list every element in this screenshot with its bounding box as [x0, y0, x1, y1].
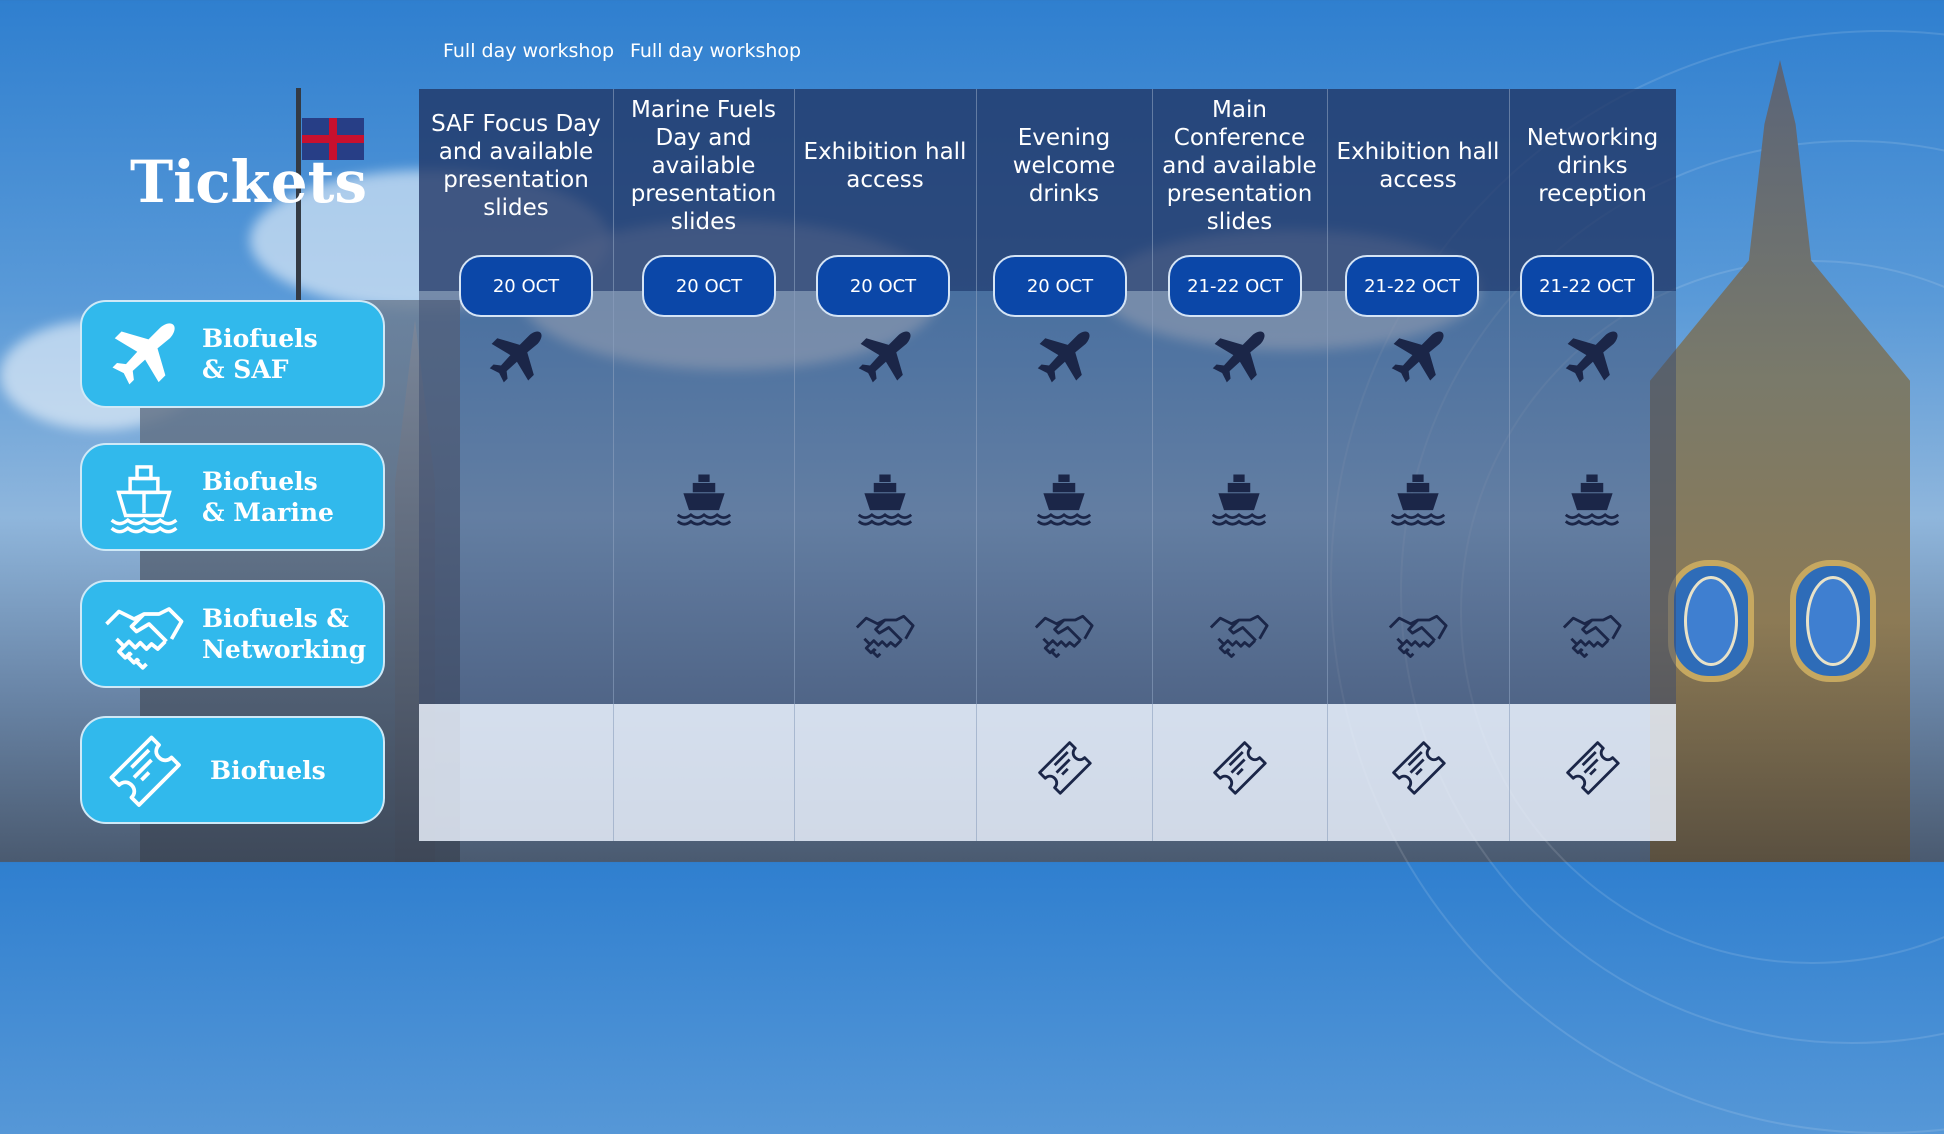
- date-pill[interactable]: 21-22 OCT: [1168, 255, 1302, 317]
- plane-icon: [1388, 327, 1448, 387]
- clock-face-right: [1790, 560, 1876, 682]
- plane-icon: [1034, 327, 1094, 387]
- ticket-icon: [1562, 737, 1622, 797]
- handshake-icon: [1562, 605, 1622, 665]
- plane-icon: [104, 314, 184, 394]
- ticket-icon: [1034, 737, 1094, 797]
- ticket-button-biofuels-marine[interactable]: Biofuels & Marine: [80, 443, 385, 551]
- handshake-icon: [855, 605, 915, 665]
- ticket-button-label-line2: Networking: [202, 635, 367, 664]
- page-title: Tickets: [130, 148, 368, 216]
- workshop-caption-saf: Full day workshop: [443, 40, 615, 62]
- handshake-icon: [1034, 605, 1094, 665]
- ticket-button-biofuels-networking[interactable]: Biofuels & Networking: [80, 580, 385, 688]
- plane-icon: [1562, 327, 1622, 387]
- date-pill[interactable]: 20 OCT: [459, 255, 593, 317]
- plane-icon: [855, 327, 915, 387]
- ticket-button-label-line1: Biofuels: [210, 755, 326, 785]
- workshop-caption-marine: Full day workshop: [630, 40, 802, 62]
- ticket-button-label-line2: & Marine: [202, 498, 334, 527]
- handshake-icon: [1209, 605, 1269, 665]
- clock-face-left: [1668, 560, 1754, 682]
- date-pill[interactable]: 20 OCT: [993, 255, 1127, 317]
- ship-icon: [104, 457, 184, 537]
- ticket-button-label-line1: Biofuels &: [202, 604, 349, 633]
- ticket-icon: [104, 730, 184, 810]
- ticket-button-label-line1: Biofuels: [202, 467, 318, 496]
- ticket-icon: [1209, 737, 1269, 797]
- ticket-icon: [1388, 737, 1448, 797]
- ship-icon: [1209, 467, 1269, 527]
- handshake-icon: [1388, 605, 1448, 665]
- ship-icon: [674, 467, 734, 527]
- handshake-icon: [104, 594, 184, 674]
- ticket-button-label-line1: Biofuels: [202, 324, 318, 353]
- date-pill[interactable]: 21-22 OCT: [1520, 255, 1654, 317]
- date-pill[interactable]: 21-22 OCT: [1345, 255, 1479, 317]
- ship-icon: [1034, 467, 1094, 527]
- ticket-button-biofuels-saf[interactable]: Biofuels & SAF: [80, 300, 385, 408]
- ship-icon: [1562, 467, 1622, 527]
- ship-icon: [855, 467, 915, 527]
- date-pill[interactable]: 20 OCT: [642, 255, 776, 317]
- ticket-button-biofuels[interactable]: Biofuels: [80, 716, 385, 824]
- plane-icon: [486, 327, 546, 387]
- date-pill[interactable]: 20 OCT: [816, 255, 950, 317]
- ship-icon: [1388, 467, 1448, 527]
- plane-icon: [1209, 327, 1269, 387]
- ticket-comparison-table: SAF Focus Day and available presentation…: [419, 89, 1676, 841]
- ticket-button-label-line2: & SAF: [202, 355, 289, 384]
- big-ben-tower: [1650, 60, 1910, 862]
